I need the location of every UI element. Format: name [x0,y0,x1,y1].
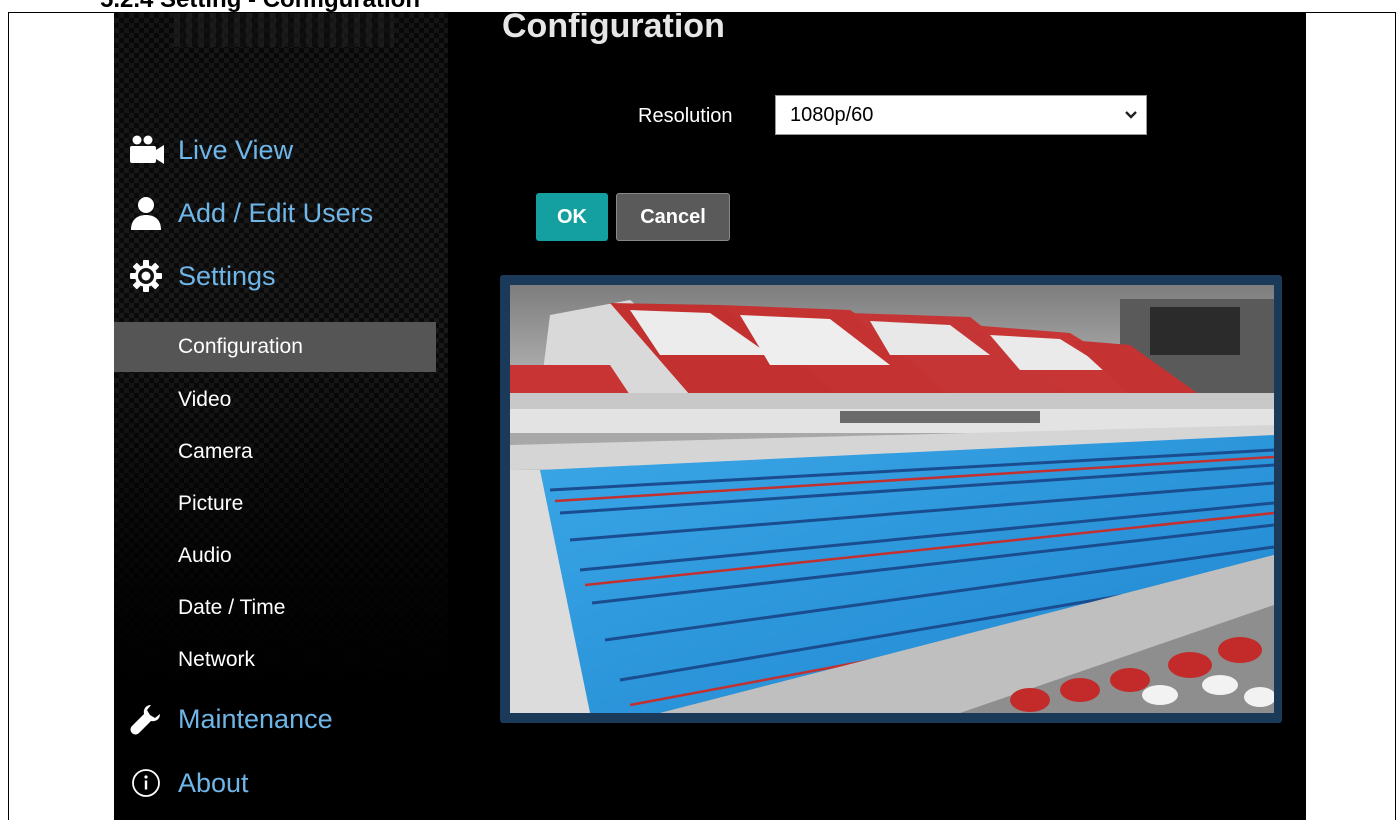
chevron-down-icon [1116,110,1146,120]
nav-label: Maintenance [178,703,333,734]
nav-label: Live View [178,134,294,165]
sub-item-label: Camera [178,440,253,463]
sub-item-picture[interactable]: Picture [114,479,436,529]
nav-label: Settings [178,260,276,291]
nav-maintenance[interactable]: Maintenance [114,694,448,744]
cancel-button[interactable]: Cancel [616,193,730,241]
sub-item-video[interactable]: Video [114,375,436,425]
main-content: Configuration Resolution 1080p/60 OK Can… [448,13,1306,820]
page-title: Configuration [502,13,725,45]
sub-item-label: Audio [178,544,232,567]
sub-item-label: Video [178,388,232,411]
info-icon [114,768,178,798]
sub-item-date-time[interactable]: Date / Time [114,583,436,633]
sub-item-configuration[interactable]: Configuration [114,322,436,372]
resolution-value: 1080p/60 [790,103,874,126]
sub-item-label: Picture [178,492,244,515]
sub-item-label: Network [178,648,256,671]
wrench-icon [114,702,178,736]
gear-icon [114,259,178,293]
sub-item-network[interactable]: Network [114,635,436,685]
resolution-label: Resolution [638,105,733,127]
video-preview [510,285,1274,713]
sub-item-label: Date / Time [178,596,286,619]
sub-item-audio[interactable]: Audio [114,531,436,581]
nav-add-edit-users[interactable]: Add / Edit Users [114,188,448,238]
video-camera-icon [114,133,178,167]
app-window: Live View Add / Edit Users Settings Conf… [114,13,1306,820]
sub-item-camera[interactable]: Camera [114,427,436,477]
nav-settings[interactable]: Settings [114,251,448,301]
nav-live-view[interactable]: Live View [114,125,448,175]
ok-button[interactable]: OK [536,193,608,241]
nav-about[interactable]: About [114,758,448,808]
nav-label: Add / Edit Users [178,197,374,228]
sidebar: Live View Add / Edit Users Settings Conf… [114,13,448,820]
user-icon [114,195,178,231]
nav-label: About [178,767,249,798]
sub-item-label: Configuration [178,335,303,358]
resolution-select[interactable]: 1080p/60 [775,95,1147,135]
video-preview-frame [500,275,1282,723]
